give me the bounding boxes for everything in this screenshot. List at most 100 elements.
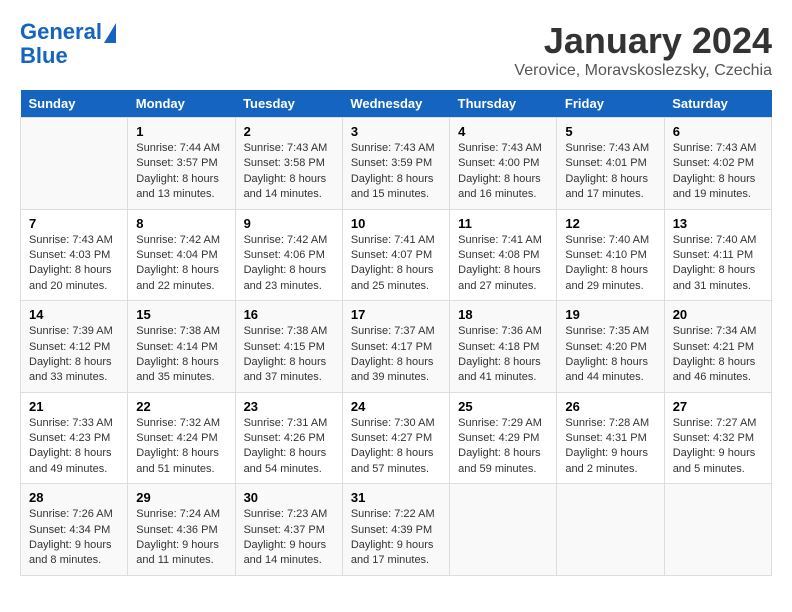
calendar-cell: 28Sunrise: 7:26 AMSunset: 4:34 PMDayligh… <box>21 484 128 576</box>
day-number: 18 <box>458 307 548 322</box>
calendar-cell: 30 Sunrise: 7:23 AMSunset: 4:37 PMDayligh… <box>235 484 342 576</box>
day-number: 21 <box>29 399 119 414</box>
calendar-cell: 17 Sunrise: 7:37 AMSunset: 4:17 PMDayligh… <box>342 301 449 393</box>
day-number: 20 <box>673 307 763 322</box>
day-info: Sunrise: 7:43 AMSunset: 4:01 PMDaylight:… <box>565 141 655 203</box>
day-info: Sunrise: 7:43 AMSunset: 3:58 PMDaylight:… <box>244 141 334 203</box>
day-number: 4 <box>458 124 548 139</box>
day-info: Sunrise: 7:38 AMSunset: 4:15 PMDaylight:… <box>244 324 334 386</box>
col-header-thursday: Thursday <box>450 90 557 118</box>
day-number: 9 <box>244 216 334 231</box>
day-info: Sunrise: 7:42 AMSunset: 4:06 PMDaylight:… <box>244 233 334 295</box>
logo-text-blue: Blue <box>20 44 116 68</box>
calendar-cell: 4 Sunrise: 7:43 AMSunset: 4:00 PMDaylight… <box>450 118 557 210</box>
day-number: 15 <box>136 307 226 322</box>
col-header-sunday: Sunday <box>21 90 128 118</box>
col-header-saturday: Saturday <box>664 90 771 118</box>
calendar-cell: 2Sunrise: 7:43 AMSunset: 3:58 PMDaylight… <box>235 118 342 210</box>
day-number: 30 <box>244 490 334 505</box>
calendar-cell: 14 Sunrise: 7:39 AMSunset: 4:12 PMDayligh… <box>21 301 128 393</box>
calendar-cell: 10 Sunrise: 7:41 AMSunset: 4:07 PMDayligh… <box>342 209 449 301</box>
calendar-cell <box>450 484 557 576</box>
day-info: Sunrise: 7:44 AMSunset: 3:57 PMDaylight:… <box>136 141 226 203</box>
calendar-header-row: SundayMondayTuesdayWednesdayThursdayFrid… <box>21 90 772 118</box>
col-header-monday: Monday <box>128 90 235 118</box>
logo-text-general: General <box>20 19 102 44</box>
day-number: 16 <box>244 307 334 322</box>
calendar-cell: 29Sunrise: 7:24 AMSunset: 4:36 PMDayligh… <box>128 484 235 576</box>
day-info: Sunrise: 7:32 AMSunset: 4:24 PMDaylight:… <box>136 416 226 478</box>
day-info: Sunrise: 7:28 AMSunset: 4:31 PMDaylight:… <box>565 416 655 478</box>
day-info: Sunrise: 7:24 AMSunset: 4:36 PMDaylight:… <box>136 507 226 569</box>
day-number: 6 <box>673 124 763 139</box>
day-number: 3 <box>351 124 441 139</box>
day-number: 11 <box>458 216 548 231</box>
day-info: Sunrise: 7:33 AMSunset: 4:23 PMDaylight:… <box>29 416 119 478</box>
page-title: January 2024 <box>514 20 772 62</box>
day-number: 27 <box>673 399 763 414</box>
calendar-week-row: 7 Sunrise: 7:43 AMSunset: 4:03 PMDaylight… <box>21 209 772 301</box>
calendar-cell: 6Sunrise: 7:43 AMSunset: 4:02 PMDaylight… <box>664 118 771 210</box>
day-number: 25 <box>458 399 548 414</box>
calendar-week-row: 1 Sunrise: 7:44 AMSunset: 3:57 PMDaylight… <box>21 118 772 210</box>
day-number: 22 <box>136 399 226 414</box>
calendar-cell: 27 Sunrise: 7:27 AMSunset: 4:32 PMDayligh… <box>664 392 771 484</box>
day-info: Sunrise: 7:38 AMSunset: 4:14 PMDaylight:… <box>136 324 226 386</box>
day-info: Sunrise: 7:26 AMSunset: 4:34 PMDaylight:… <box>29 507 119 569</box>
calendar-cell: 20 Sunrise: 7:34 AMSunset: 4:21 PMDayligh… <box>664 301 771 393</box>
calendar-cell <box>557 484 664 576</box>
page-subtitle: Verovice, Moravskoslezsky, Czechia <box>514 62 772 80</box>
day-number: 10 <box>351 216 441 231</box>
day-number: 7 <box>29 216 119 231</box>
day-number: 5 <box>565 124 655 139</box>
col-header-tuesday: Tuesday <box>235 90 342 118</box>
calendar-cell: 13Sunrise: 7:40 AMSunset: 4:11 PMDayligh… <box>664 209 771 301</box>
day-info: Sunrise: 7:41 AMSunset: 4:07 PMDaylight:… <box>351 233 441 295</box>
calendar-cell: 9 Sunrise: 7:42 AMSunset: 4:06 PMDaylight… <box>235 209 342 301</box>
logo: General Blue <box>20 20 116 68</box>
calendar-cell: 18Sunrise: 7:36 AMSunset: 4:18 PMDayligh… <box>450 301 557 393</box>
day-number: 26 <box>565 399 655 414</box>
day-number: 24 <box>351 399 441 414</box>
calendar-week-row: 21 Sunrise: 7:33 AMSunset: 4:23 PMDayligh… <box>21 392 772 484</box>
calendar-cell: 5 Sunrise: 7:43 AMSunset: 4:01 PMDaylight… <box>557 118 664 210</box>
day-info: Sunrise: 7:39 AMSunset: 4:12 PMDaylight:… <box>29 324 119 386</box>
calendar-cell: 26 Sunrise: 7:28 AMSunset: 4:31 PMDayligh… <box>557 392 664 484</box>
day-number: 13 <box>673 216 763 231</box>
calendar-cell: 19 Sunrise: 7:35 AMSunset: 4:20 PMDayligh… <box>557 301 664 393</box>
day-info: Sunrise: 7:35 AMSunset: 4:20 PMDaylight:… <box>565 324 655 386</box>
day-number: 1 <box>136 124 226 139</box>
logo-icon <box>104 23 116 43</box>
day-info: Sunrise: 7:31 AMSunset: 4:26 PMDaylight:… <box>244 416 334 478</box>
calendar-cell: 1 Sunrise: 7:44 AMSunset: 3:57 PMDaylight… <box>128 118 235 210</box>
calendar-cell: 23Sunrise: 7:31 AMSunset: 4:26 PMDayligh… <box>235 392 342 484</box>
day-info: Sunrise: 7:29 AMSunset: 4:29 PMDaylight:… <box>458 416 548 478</box>
calendar-week-row: 14 Sunrise: 7:39 AMSunset: 4:12 PMDayligh… <box>21 301 772 393</box>
day-number: 14 <box>29 307 119 322</box>
day-info: Sunrise: 7:40 AMSunset: 4:10 PMDaylight:… <box>565 233 655 295</box>
day-info: Sunrise: 7:37 AMSunset: 4:17 PMDaylight:… <box>351 324 441 386</box>
day-number: 19 <box>565 307 655 322</box>
day-info: Sunrise: 7:43 AMSunset: 4:00 PMDaylight:… <box>458 141 548 203</box>
day-info: Sunrise: 7:27 AMSunset: 4:32 PMDaylight:… <box>673 416 763 478</box>
day-number: 17 <box>351 307 441 322</box>
calendar-cell: 8Sunrise: 7:42 AMSunset: 4:04 PMDaylight… <box>128 209 235 301</box>
day-info: Sunrise: 7:34 AMSunset: 4:21 PMDaylight:… <box>673 324 763 386</box>
calendar-cell: 7 Sunrise: 7:43 AMSunset: 4:03 PMDaylight… <box>21 209 128 301</box>
day-number: 12 <box>565 216 655 231</box>
day-info: Sunrise: 7:23 AMSunset: 4:37 PMDaylight:… <box>244 507 334 569</box>
calendar-cell: 12 Sunrise: 7:40 AMSunset: 4:10 PMDayligh… <box>557 209 664 301</box>
day-number: 31 <box>351 490 441 505</box>
calendar-cell: 3Sunrise: 7:43 AMSunset: 3:59 PMDaylight… <box>342 118 449 210</box>
calendar-cell: 21 Sunrise: 7:33 AMSunset: 4:23 PMDayligh… <box>21 392 128 484</box>
day-info: Sunrise: 7:41 AMSunset: 4:08 PMDaylight:… <box>458 233 548 295</box>
calendar-cell: 25 Sunrise: 7:29 AMSunset: 4:29 PMDayligh… <box>450 392 557 484</box>
calendar-cell <box>664 484 771 576</box>
day-info: Sunrise: 7:30 AMSunset: 4:27 PMDaylight:… <box>351 416 441 478</box>
col-header-wednesday: Wednesday <box>342 90 449 118</box>
calendar-cell: 22 Sunrise: 7:32 AMSunset: 4:24 PMDayligh… <box>128 392 235 484</box>
page-header: General Blue January 2024 Verovice, Mora… <box>20 20 772 80</box>
day-info: Sunrise: 7:43 AMSunset: 4:03 PMDaylight:… <box>29 233 119 295</box>
day-info: Sunrise: 7:22 AMSunset: 4:39 PMDaylight:… <box>351 507 441 569</box>
col-header-friday: Friday <box>557 90 664 118</box>
